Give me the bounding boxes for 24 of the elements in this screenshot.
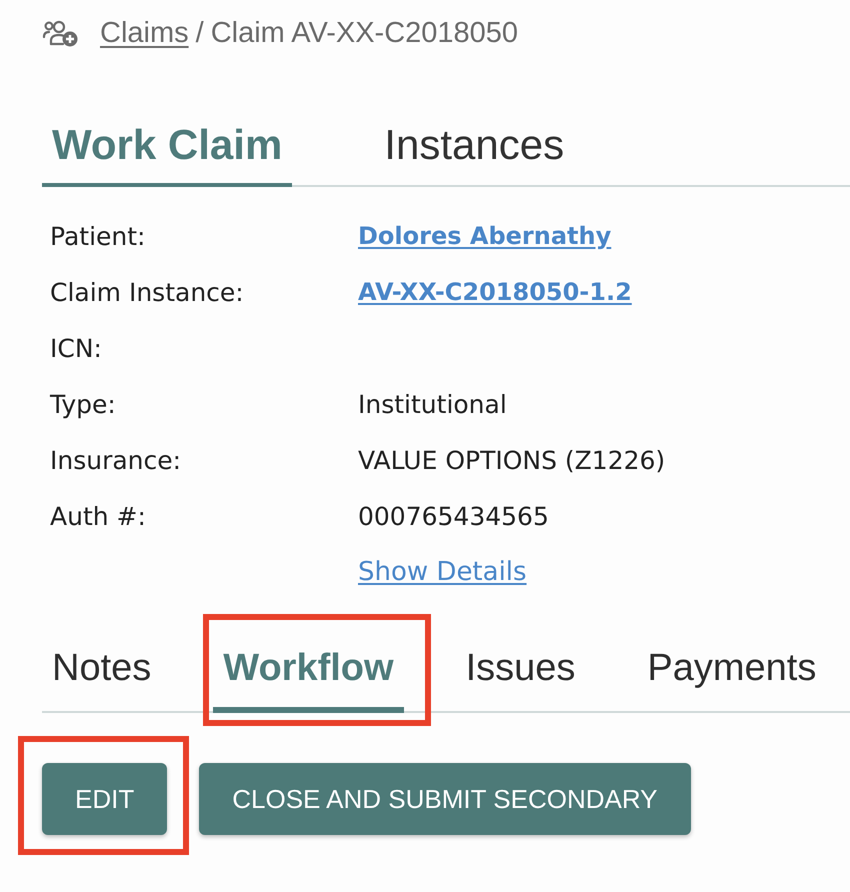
detail-label: ICN: [50,334,103,362]
detail-value: VALUE OPTIONS (Z1226) [358,446,666,474]
section-tab[interactable]: Workflow [213,635,404,713]
main-tab[interactable]: Work Claim [42,113,292,187]
detail-value: Institutional [358,390,507,418]
breadcrumb-current: Claim AV-XX-C2018050 [210,16,518,50]
detail-label: Type: [50,390,117,418]
detail-label: Claim Instance: [50,278,245,306]
section-tab[interactable]: Notes [42,635,162,713]
action-button[interactable]: EDIT [42,763,168,835]
detail-label: Patient: [50,222,146,250]
breadcrumb-link[interactable]: Claims [100,16,189,50]
detail-label: Insurance: [50,446,182,474]
show-details-link[interactable]: Show Details [358,557,527,587]
detail-link[interactable]: AV-XX-C2018050-1.2 [358,278,632,306]
detail-value: 000765434565 [358,502,549,530]
section-tab[interactable]: Payments [637,635,826,713]
breadcrumb-separator: / [196,16,204,50]
detail-label: Auth #: [50,502,147,530]
detail-link[interactable]: Dolores Abernathy [358,222,612,250]
section-tab[interactable]: Issues [456,635,586,713]
people-add-icon [42,19,78,47]
action-button[interactable]: CLOSE AND SUBMIT SECONDARY [199,763,690,835]
main-tab[interactable]: Instances [374,113,574,187]
